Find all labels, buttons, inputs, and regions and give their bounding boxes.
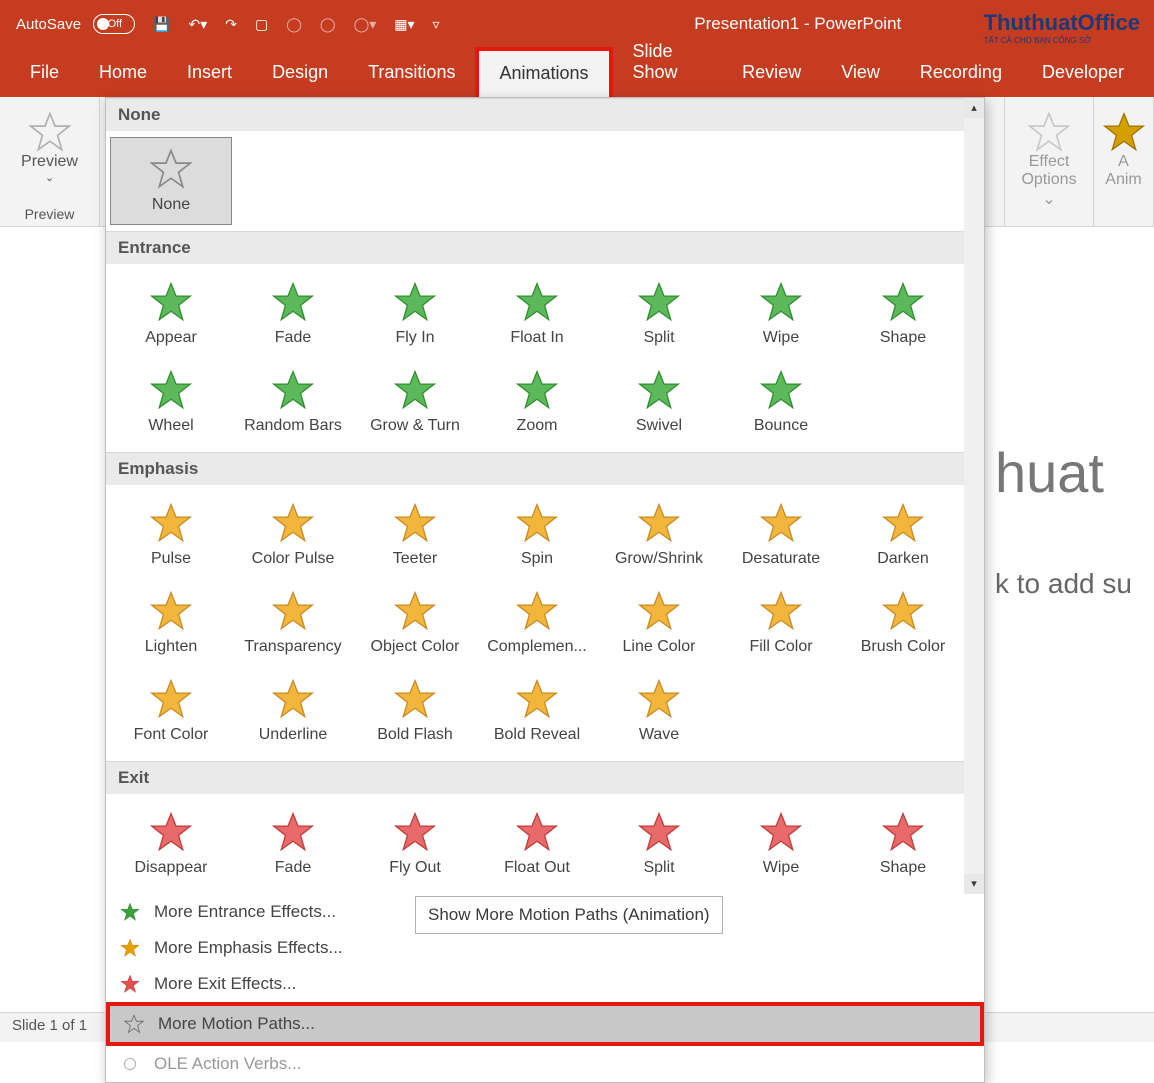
category-exit-header: Exit — [106, 761, 984, 794]
animation-fly-in[interactable]: Fly In — [354, 270, 476, 358]
animation-wipe[interactable]: Wipe — [720, 800, 842, 888]
animation-darken[interactable]: Darken — [842, 491, 964, 579]
star-outline-icon — [29, 111, 71, 153]
quick-access-toolbar: AutoSave Off 💾 ↶▾ ↷ ▢ ◯ ◯ ◯▾ ▦▾ ▿ — [4, 8, 446, 41]
animation-grow-turn[interactable]: Grow & Turn — [354, 358, 476, 446]
slide-title-placeholder[interactable]: huat — [995, 440, 1104, 505]
qat-icon[interactable]: ◯ — [314, 12, 342, 37]
animation-bold-reveal[interactable]: Bold Reveal — [476, 667, 598, 755]
animation-line-color[interactable]: Line Color — [598, 579, 720, 667]
qat-more-icon[interactable]: ▿ — [427, 12, 446, 37]
tab-slide-show[interactable]: Slide Show — [613, 29, 723, 97]
animation-shape[interactable]: Shape — [842, 270, 964, 358]
animation-complemen-[interactable]: Complemen... — [476, 579, 598, 667]
category-none-header: None — [106, 98, 984, 131]
watermark-logo: ThuthuatOfficeTẤT CẢ CHO BẠN CÔNG SỞ — [984, 10, 1140, 45]
preview-button[interactable]: Preview ⌄ — [9, 105, 90, 190]
animation-gallery-dropdown: ▴ ▾ None None Entrance AppearFadeFly InF… — [105, 97, 985, 1083]
undo-icon[interactable]: ↶▾ — [182, 12, 213, 37]
slide-counter: Slide 1 of 1 — [12, 1017, 87, 1034]
animation-bounce[interactable]: Bounce — [720, 358, 842, 446]
animation-teeter[interactable]: Teeter — [354, 491, 476, 579]
tab-animations[interactable]: Animations — [475, 47, 612, 98]
animation-lighten[interactable]: Lighten — [110, 579, 232, 667]
tab-home[interactable]: Home — [79, 50, 167, 97]
animation-split[interactable]: Split — [598, 800, 720, 888]
table-icon[interactable]: ▦▾ — [388, 12, 420, 37]
animation-brush-color[interactable]: Brush Color — [842, 579, 964, 667]
preview-group: Preview ⌄ Preview — [0, 97, 100, 226]
animation-font-color[interactable]: Font Color — [110, 667, 232, 755]
tab-file[interactable]: File — [10, 50, 79, 97]
animation-wave[interactable]: Wave — [598, 667, 720, 755]
tab-review[interactable]: Review — [722, 50, 821, 97]
more-emphasis-effects[interactable]: More Emphasis Effects... — [106, 930, 984, 966]
slide-subtitle-placeholder[interactable]: k to add su — [995, 568, 1132, 600]
touch-mode-icon[interactable]: ◯ — [280, 12, 308, 37]
yellow-star-icon — [120, 938, 140, 958]
animation-split[interactable]: Split — [598, 270, 720, 358]
animation-pulse[interactable]: Pulse — [110, 491, 232, 579]
title-bar: AutoSave Off 💾 ↶▾ ↷ ▢ ◯ ◯ ◯▾ ▦▾ ▿ Presen… — [0, 0, 1154, 48]
add-animation-group: A Anim — [1094, 97, 1154, 226]
star-plus-icon — [1103, 111, 1145, 153]
animation-spin[interactable]: Spin — [476, 491, 598, 579]
scroll-down-button[interactable]: ▾ — [964, 874, 984, 894]
toggle-switch[interactable]: Off — [93, 14, 135, 34]
star-gear-icon — [1028, 111, 1070, 153]
more-motion-paths[interactable]: More Motion Paths... — [106, 1002, 984, 1046]
animation-fill-color[interactable]: Fill Color — [720, 579, 842, 667]
animation-none[interactable]: None — [110, 137, 232, 225]
category-emphasis-header: Emphasis — [106, 452, 984, 485]
animation-fade[interactable]: Fade — [232, 270, 354, 358]
animation-color-pulse[interactable]: Color Pulse — [232, 491, 354, 579]
animation-underline[interactable]: Underline — [232, 667, 354, 755]
animation-appear[interactable]: Appear — [110, 270, 232, 358]
gear-icon — [120, 1054, 140, 1074]
green-star-icon — [120, 902, 140, 922]
tab-insert[interactable]: Insert — [167, 50, 252, 97]
save-icon[interactable]: 💾 — [147, 12, 176, 37]
ribbon-tabs: FileHomeInsertDesignTransitionsAnimation… — [0, 48, 1154, 97]
animation-random-bars[interactable]: Random Bars — [232, 358, 354, 446]
tab-recording[interactable]: Recording — [900, 50, 1022, 97]
scroll-up-button[interactable]: ▴ — [964, 98, 984, 118]
slideshow-icon[interactable]: ▢ — [249, 12, 274, 37]
animation-wheel[interactable]: Wheel — [110, 358, 232, 446]
group-label: Preview — [25, 206, 75, 222]
animation-bold-flash[interactable]: Bold Flash — [354, 667, 476, 755]
animation-float-out[interactable]: Float Out — [476, 800, 598, 888]
tab-design[interactable]: Design — [252, 50, 348, 97]
animation-float-in[interactable]: Float In — [476, 270, 598, 358]
qat-icon-2[interactable]: ◯▾ — [348, 12, 383, 37]
tab-transitions[interactable]: Transitions — [348, 50, 475, 97]
animation-zoom[interactable]: Zoom — [476, 358, 598, 446]
gray-star-icon — [124, 1014, 144, 1034]
animation-desaturate[interactable]: Desaturate — [720, 491, 842, 579]
tab-view[interactable]: View — [821, 50, 900, 97]
star-none-icon — [150, 148, 192, 190]
redo-icon[interactable]: ↷ — [219, 12, 243, 37]
ole-action-verbs: OLE Action Verbs... — [106, 1046, 984, 1082]
animation-transparency[interactable]: Transparency — [232, 579, 354, 667]
animation-disappear[interactable]: Disappear — [110, 800, 232, 888]
autosave-label: AutoSave — [10, 12, 87, 37]
animation-swivel[interactable]: Swivel — [598, 358, 720, 446]
category-entrance-header: Entrance — [106, 231, 984, 264]
autosave-toggle[interactable]: AutoSave Off — [4, 8, 141, 41]
effect-options-button[interactable]: Effect Options ⌄ — [1009, 105, 1088, 215]
animation-shape[interactable]: Shape — [842, 800, 964, 888]
animation-fly-out[interactable]: Fly Out — [354, 800, 476, 888]
tooltip: Show More Motion Paths (Animation) — [415, 896, 723, 934]
scrollbar[interactable]: ▴ ▾ — [964, 98, 984, 894]
animation-grow-shrink[interactable]: Grow/Shrink — [598, 491, 720, 579]
effect-options-group: Effect Options ⌄ — [1004, 97, 1094, 226]
animation-wipe[interactable]: Wipe — [720, 270, 842, 358]
add-animation-button[interactable]: A Anim — [1091, 105, 1154, 195]
red-star-icon — [120, 974, 140, 994]
tab-developer[interactable]: Developer — [1022, 50, 1144, 97]
animation-fade[interactable]: Fade — [232, 800, 354, 888]
animation-object-color[interactable]: Object Color — [354, 579, 476, 667]
more-exit-effects[interactable]: More Exit Effects... — [106, 966, 984, 1002]
